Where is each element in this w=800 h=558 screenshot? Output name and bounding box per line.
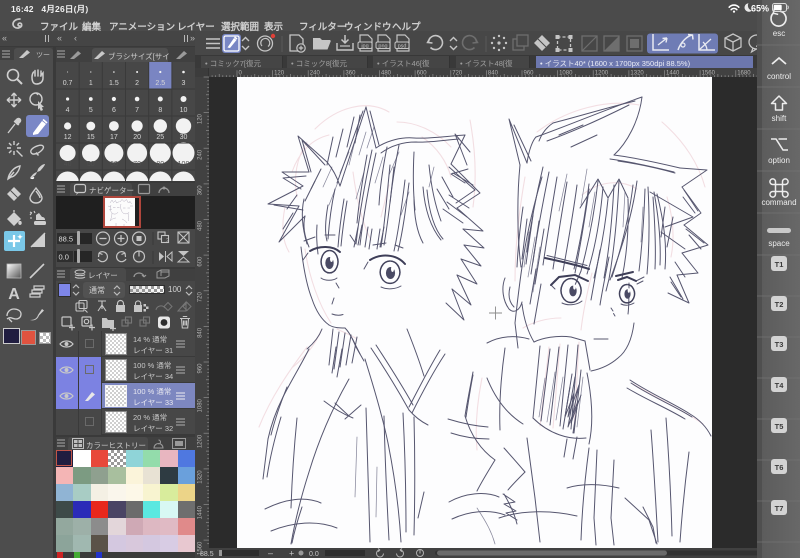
svg-text:88.5: 88.5 [200,551,214,558]
svg-text:6: 6 [112,107,116,114]
svg-text:esc: esc [773,29,785,38]
svg-text:T4: T4 [775,381,785,390]
svg-text:T3: T3 [775,340,784,349]
svg-text:840: 840 [198,327,204,338]
svg-text:12: 12 [64,134,72,141]
svg-text:psd: psd [398,43,407,49]
svg-text:2: 2 [135,80,139,87]
svg-text:2.5: 2.5 [155,80,165,87]
svg-text:17: 17 [110,134,118,141]
svg-text:0.0: 0.0 [59,253,69,262]
svg-text:360: 360 [198,185,204,196]
svg-text:space: space [768,239,790,248]
svg-text:70: 70 [133,161,141,168]
svg-text:0.0: 0.0 [309,551,319,558]
svg-text:720: 720 [452,71,463,77]
svg-text:1.5: 1.5 [109,80,119,87]
svg-text:8: 8 [158,107,162,114]
svg-text:1320: 1320 [198,470,204,484]
svg-text:65%: 65% [751,4,769,14]
svg-text:jpg: jpg [360,43,368,49]
svg-text:5: 5 [89,107,93,114]
svg-text:3: 3 [182,80,186,87]
svg-text:–: – [268,548,273,558]
svg-text:360: 360 [345,71,356,77]
svg-text:1: 1 [89,80,93,87]
svg-text:1320: 1320 [630,71,644,77]
svg-text:10: 10 [180,107,188,114]
svg-text:120: 120 [274,71,285,77]
svg-text:4: 4 [66,107,70,114]
svg-text:shift: shift [772,114,787,123]
svg-text:option: option [768,156,790,165]
svg-text:1080: 1080 [559,71,573,77]
svg-text:7: 7 [135,107,139,114]
svg-text:1200: 1200 [198,434,204,448]
svg-text:+: + [289,549,294,558]
svg-text:1080: 1080 [198,398,204,412]
svg-text:25: 25 [156,134,164,141]
svg-text:control: control [767,72,791,81]
svg-text:60: 60 [110,161,118,168]
svg-text:T5: T5 [775,422,784,431]
svg-text:1440: 1440 [666,71,680,77]
svg-text:15: 15 [87,134,95,141]
svg-text:480: 480 [381,71,392,77]
svg-text:1560: 1560 [702,71,716,77]
svg-text:40: 40 [64,161,72,168]
svg-text:600: 600 [198,256,204,267]
svg-text:50: 50 [87,161,95,168]
svg-text:720: 720 [198,292,204,303]
svg-text:960: 960 [198,363,204,374]
svg-text:T6: T6 [775,463,784,472]
svg-text:600: 600 [417,71,428,77]
svg-text:120: 120 [198,113,204,124]
svg-text:960: 960 [524,71,535,77]
svg-text:88.5: 88.5 [59,235,74,244]
svg-text:840: 840 [488,71,499,77]
svg-text:0.7: 0.7 [63,80,73,87]
svg-text:A: A [8,286,20,303]
svg-text:30: 30 [180,134,188,141]
svg-text:T1: T1 [775,260,784,269]
svg-text:T2: T2 [775,300,784,309]
svg-text:command: command [761,198,796,207]
svg-text:1680: 1680 [737,71,751,77]
svg-text:100: 100 [178,161,190,168]
svg-text:1200: 1200 [595,71,609,77]
svg-text:240: 240 [198,149,204,160]
svg-text:0: 0 [239,71,243,77]
svg-text:80: 80 [156,161,164,168]
svg-text:T7: T7 [775,504,784,513]
svg-text:480: 480 [198,220,204,231]
svg-text:240: 240 [310,71,321,77]
svg-text:20: 20 [133,134,141,141]
svg-text:1440: 1440 [198,505,204,519]
svg-text:png: png [378,43,387,49]
